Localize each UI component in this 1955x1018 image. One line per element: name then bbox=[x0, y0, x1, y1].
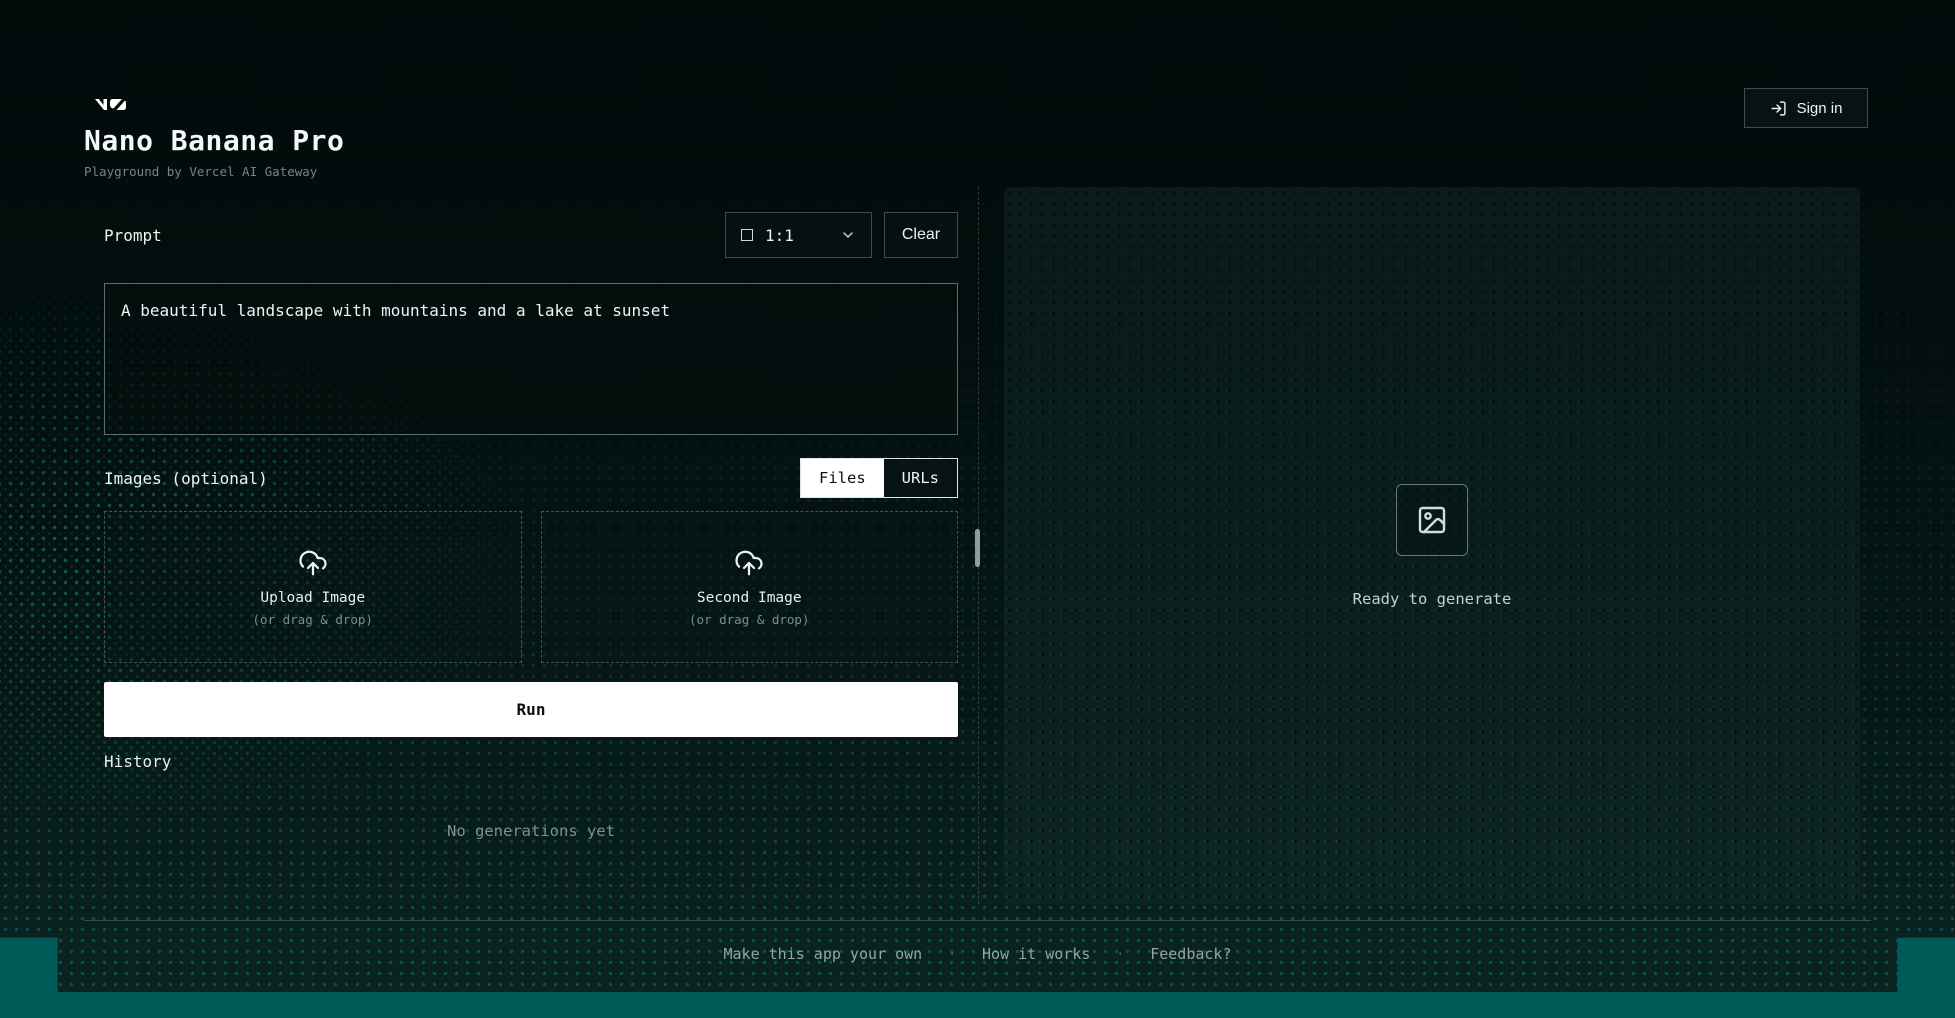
footer-separator: · bbox=[1116, 947, 1124, 962]
footer-link-feedback[interactable]: Feedback? bbox=[1150, 945, 1231, 963]
footer-divider bbox=[84, 920, 1871, 921]
upload-hint: (or drag & drop) bbox=[253, 612, 373, 627]
prompt-input[interactable] bbox=[104, 283, 958, 435]
v0-logo-icon bbox=[94, 94, 134, 116]
images-row: Images (optional) Files URLs bbox=[104, 458, 958, 498]
prompt-controls: 1:1 Clear bbox=[725, 212, 958, 258]
images-source-toggle: Files URLs bbox=[800, 458, 958, 498]
page-subtitle: Playground by Vercel AI Gateway bbox=[84, 164, 344, 179]
second-image-dropzone[interactable]: Second Image (or drag & drop) bbox=[541, 511, 959, 663]
footer-link-make-your-own[interactable]: Make this app your own bbox=[724, 945, 923, 963]
cloud-upload-icon bbox=[298, 548, 328, 578]
aspect-ratio-select[interactable]: 1:1 bbox=[725, 212, 872, 258]
sign-in-label: Sign in bbox=[1797, 100, 1843, 117]
chevron-down-icon bbox=[840, 227, 856, 243]
upload-title: Upload Image bbox=[260, 590, 365, 606]
upload-image-dropzone[interactable]: Upload Image (or drag & drop) bbox=[104, 511, 522, 663]
square-aspect-icon bbox=[741, 229, 753, 241]
uploads-row: Upload Image (or drag & drop) Second Ima… bbox=[104, 511, 958, 663]
clear-label: Clear bbox=[902, 226, 940, 244]
footer-link-how-it-works[interactable]: How it works bbox=[982, 945, 1090, 963]
page-title: Nano Banana Pro bbox=[84, 124, 344, 157]
tab-urls[interactable]: URLs bbox=[884, 459, 957, 497]
image-placeholder-icon bbox=[1416, 504, 1448, 536]
panel-resize-handle[interactable] bbox=[975, 529, 980, 567]
log-in-icon bbox=[1770, 100, 1787, 117]
run-button[interactable]: Run bbox=[104, 682, 958, 737]
clear-button[interactable]: Clear bbox=[884, 212, 958, 258]
history-empty-text: No generations yet bbox=[104, 822, 958, 840]
upload-hint: (or drag & drop) bbox=[689, 612, 809, 627]
tab-files[interactable]: Files bbox=[801, 459, 884, 497]
preview-panel: Ready to generate bbox=[1004, 187, 1860, 904]
history-label: History bbox=[104, 752, 171, 771]
aspect-ratio-value: 1:1 bbox=[765, 226, 794, 245]
upload-title: Second Image bbox=[697, 590, 802, 606]
preview-status-text: Ready to generate bbox=[1353, 590, 1512, 608]
prompt-row: Prompt 1:1 Clear bbox=[104, 212, 958, 258]
sign-in-button[interactable]: Sign in bbox=[1744, 88, 1868, 128]
images-label: Images (optional) bbox=[104, 469, 268, 488]
footer: Make this app your own · How it works · … bbox=[0, 945, 1955, 963]
prompt-label: Prompt bbox=[104, 226, 162, 245]
footer-separator: · bbox=[948, 947, 956, 962]
cloud-upload-icon bbox=[734, 548, 764, 578]
preview-icon-box bbox=[1396, 484, 1468, 556]
header: Nano Banana Pro Playground by Vercel AI … bbox=[84, 94, 344, 179]
